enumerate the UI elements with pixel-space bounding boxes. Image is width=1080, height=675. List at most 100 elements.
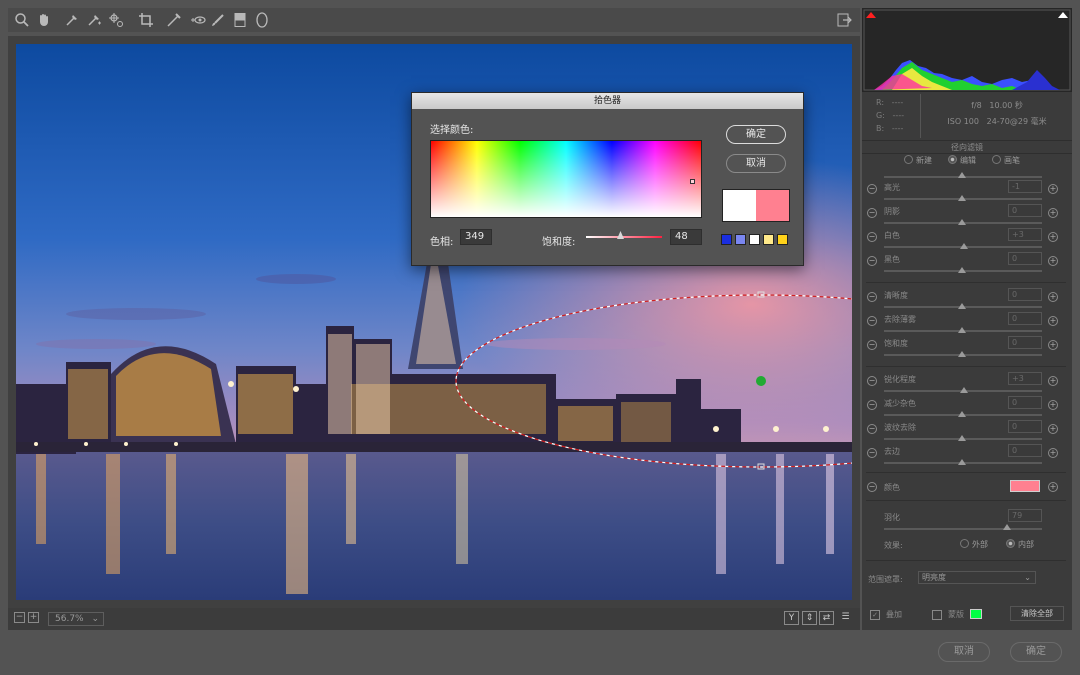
swatch-white[interactable] [749, 234, 760, 245]
plus-icon[interactable]: + [1048, 448, 1058, 458]
graduated-filter-icon[interactable] [232, 12, 248, 28]
swap-icon[interactable]: ⇄ [819, 611, 834, 625]
mode-brush[interactable]: 画笔 [992, 155, 1020, 169]
before-after-toggle[interactable]: Y [784, 611, 799, 625]
mask-checkbox[interactable] [932, 610, 942, 620]
plus-icon[interactable]: + [1048, 376, 1058, 386]
slider-value[interactable]: 0 [1008, 444, 1042, 457]
dialog-ok-button[interactable]: 确定 [726, 125, 786, 144]
plus-icon[interactable]: + [1048, 292, 1058, 302]
cancel-button[interactable]: 取消 [938, 642, 990, 662]
minus-icon[interactable]: − [867, 208, 877, 218]
slider-value[interactable]: 0 [1008, 336, 1042, 349]
straighten-icon[interactable] [166, 12, 182, 28]
iso-lens: ISO 100 24-70@29 毫米 [947, 117, 1047, 126]
mode-new[interactable]: 新建 [904, 155, 932, 169]
slider-thumb[interactable] [958, 351, 966, 357]
before-after-icon[interactable]: ⇕ [802, 611, 817, 625]
range-mask-select[interactable]: 明亮度 ⌄ [918, 571, 1036, 584]
minus-icon[interactable]: − [867, 256, 877, 266]
overlay-checkbox[interactable]: ✓ [870, 610, 880, 620]
zoom-icon[interactable] [14, 12, 30, 28]
slider-value[interactable]: -1 [1008, 180, 1042, 193]
minus-icon[interactable]: − [867, 424, 877, 434]
slider-thumb[interactable] [958, 303, 966, 309]
effect-inner[interactable]: 内部 [1006, 539, 1034, 553]
slider-value[interactable]: 0 [1008, 396, 1042, 409]
targeted-adjust-icon[interactable] [108, 12, 124, 28]
range-mask-label: 范围遮罩: [868, 575, 903, 584]
color-swatch[interactable] [1010, 480, 1040, 492]
ok-button[interactable]: 确定 [1010, 642, 1062, 662]
dialog-cancel-button[interactable]: 取消 [726, 154, 786, 173]
swatch-light-blue[interactable] [735, 234, 746, 245]
slider-value[interactable]: 0 [1008, 288, 1042, 301]
hue-input[interactable]: 349 [460, 229, 492, 245]
adjustment-panel: R: ---- G: ---- B: ---- f/8 10.00 秒 ISO … [862, 8, 1072, 630]
slider-thumb[interactable] [960, 243, 968, 249]
histogram [862, 8, 1072, 92]
minus-icon[interactable]: − [867, 400, 877, 410]
plus-icon[interactable]: + [1048, 316, 1058, 326]
plus-icon[interactable]: + [1048, 424, 1058, 434]
slider-thumb[interactable] [958, 411, 966, 417]
plus-icon[interactable]: + [1048, 340, 1058, 350]
minus-icon[interactable]: − [867, 448, 877, 458]
slider-value[interactable]: +3 [1008, 372, 1042, 385]
slider-value[interactable]: +3 [1008, 228, 1042, 241]
slider-label: 阴影 [884, 207, 900, 216]
red-eye-icon[interactable] [190, 12, 206, 28]
zoom-level-select[interactable]: 56.7% ⌄ [48, 612, 104, 626]
top-slider-thumb[interactable] [958, 172, 966, 178]
slider-defringe: − 去边 0 + [862, 444, 1062, 470]
settings-icon[interactable]: ☰ [838, 611, 853, 625]
export-icon[interactable] [836, 12, 852, 28]
slider-value[interactable]: 0 [1008, 312, 1042, 325]
color-spectrum[interactable] [430, 140, 702, 218]
slider-value[interactable]: 0 [1008, 252, 1042, 265]
minus-icon[interactable]: − [867, 340, 877, 350]
feather-thumb[interactable] [1003, 524, 1011, 530]
slider-thumb[interactable] [958, 435, 966, 441]
slider-value[interactable]: 0 [1008, 204, 1042, 217]
plus-icon[interactable]: + [1048, 184, 1058, 194]
minus-icon[interactable]: − [867, 184, 877, 194]
mode-edit[interactable]: 编辑 [948, 155, 976, 169]
slider-thumb[interactable] [958, 459, 966, 465]
plus-icon[interactable]: + [1048, 232, 1058, 242]
crop-icon[interactable] [138, 12, 154, 28]
minus-icon[interactable]: − [867, 316, 877, 326]
white-balance-icon[interactable] [64, 12, 80, 28]
zoom-in-button[interactable]: + [28, 612, 39, 623]
brush-icon[interactable] [210, 12, 226, 28]
effect-outer[interactable]: 外部 [960, 539, 988, 553]
slider-thumb[interactable] [958, 267, 966, 273]
zoom-out-button[interactable]: − [14, 612, 25, 623]
swatch-yellow[interactable] [777, 234, 788, 245]
swatch-light-yellow[interactable] [763, 234, 774, 245]
color-sampler-icon[interactable] [86, 12, 102, 28]
plus-icon[interactable]: + [1048, 482, 1058, 492]
radial-filter-icon[interactable] [254, 12, 270, 28]
slider-thumb[interactable] [960, 387, 968, 393]
plus-icon[interactable]: + [1048, 208, 1058, 218]
saturation-thumb[interactable] [617, 231, 624, 239]
minus-icon[interactable]: − [867, 292, 877, 302]
mask-color-swatch[interactable] [970, 609, 982, 619]
slider-thumb[interactable] [958, 219, 966, 225]
slider-thumb[interactable] [958, 327, 966, 333]
slider-thumb[interactable] [958, 195, 966, 201]
minus-icon[interactable]: − [867, 376, 877, 386]
swatch-blue[interactable] [721, 234, 732, 245]
spectrum-marker[interactable] [690, 179, 695, 184]
slider-value[interactable]: 0 [1008, 420, 1042, 433]
clear-all-button[interactable]: 清除全部 [1010, 606, 1064, 621]
hand-icon[interactable] [36, 12, 52, 28]
saturation-input[interactable]: 48 [670, 229, 702, 245]
plus-icon[interactable]: + [1048, 256, 1058, 266]
feather-value[interactable]: 79 [1008, 509, 1042, 522]
plus-icon[interactable]: + [1048, 400, 1058, 410]
minus-icon[interactable]: − [867, 232, 877, 242]
radio-selected-icon [948, 155, 957, 164]
minus-icon[interactable]: − [867, 482, 877, 492]
